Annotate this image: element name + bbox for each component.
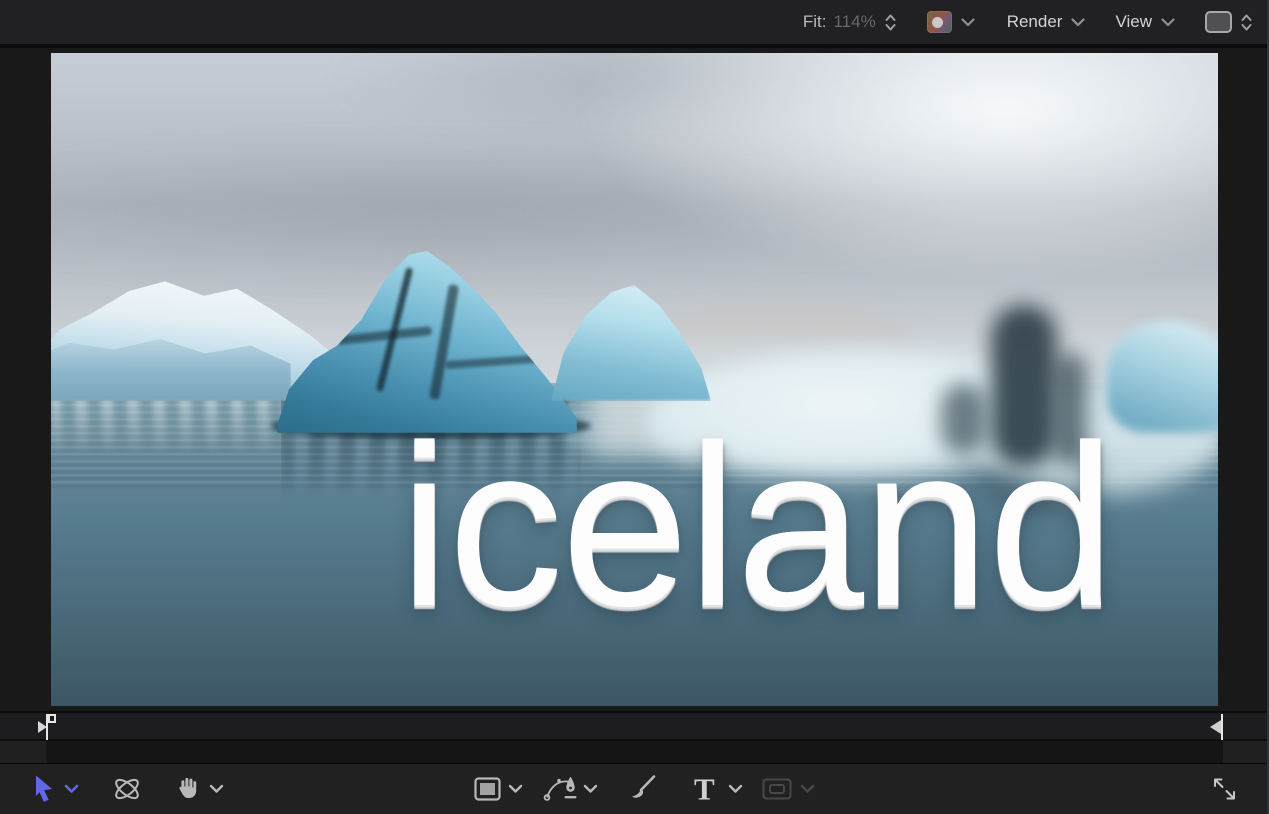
pan-tool-menu[interactable] xyxy=(209,784,224,794)
canvas-viewport[interactable]: iceland xyxy=(51,53,1218,706)
text-tool-menu[interactable] xyxy=(728,784,743,794)
out-marker-triangle xyxy=(1210,720,1221,734)
rectangle-mask-icon xyxy=(474,777,501,801)
chevron-down-icon xyxy=(508,784,523,794)
zoom-level-value: 114% xyxy=(833,12,875,32)
chevron-down-icon xyxy=(583,784,598,794)
zoom-stepper-icon[interactable] xyxy=(884,13,897,32)
view-menu[interactable]: View xyxy=(1115,12,1175,32)
zoom-fit-label: Fit: xyxy=(803,12,827,32)
render-menu[interactable]: Render xyxy=(1007,12,1086,32)
chevron-down-icon xyxy=(1161,18,1175,27)
timeline-scrollbar[interactable] xyxy=(0,741,1269,763)
chevron-down-icon xyxy=(209,784,224,794)
scrollbar-left-cap[interactable] xyxy=(0,741,46,763)
color-swatch-icon xyxy=(927,11,952,33)
transform-3d-tool-button[interactable] xyxy=(110,774,144,804)
select-tool-button[interactable] xyxy=(32,775,56,804)
out-marker-stem xyxy=(1221,714,1223,740)
expand-fullscreen-icon xyxy=(1212,777,1237,802)
hand-pan-icon xyxy=(174,776,199,803)
bezier-pen-tool-menu[interactable] xyxy=(583,784,598,794)
rectangle-mask-tool-button[interactable] xyxy=(474,777,501,801)
expand-canvas-button[interactable] xyxy=(1212,777,1237,802)
scene-ice-streak xyxy=(429,284,459,400)
shape-tool-menu-disabled xyxy=(800,784,815,794)
zoom-level-control[interactable]: Fit: 114% xyxy=(803,12,897,32)
window-stepper-icon xyxy=(1240,13,1253,32)
color-channel-menu[interactable] xyxy=(927,11,975,33)
rectangle-mask-tool-menu[interactable] xyxy=(508,784,523,794)
text-tool-button[interactable]: T xyxy=(694,774,715,805)
paint-stroke-tool-button[interactable] xyxy=(626,774,657,805)
chevron-down-icon xyxy=(64,784,79,794)
canvas-top-toolbar: Fit: 114% Render View xyxy=(0,0,1269,48)
window-display-control[interactable] xyxy=(1205,11,1253,33)
shape-tool-icon xyxy=(762,778,792,800)
canvas-title-text[interactable]: iceland xyxy=(399,411,1114,641)
bezier-pen-tool-button[interactable] xyxy=(542,775,578,804)
chevron-down-icon xyxy=(961,18,975,27)
bezier-pen-icon xyxy=(542,775,578,804)
play-range-out-marker[interactable] xyxy=(1209,714,1225,740)
chevron-down-icon xyxy=(1071,18,1085,27)
orbit-3d-transform-icon xyxy=(110,774,144,804)
in-marker-flag xyxy=(48,714,56,723)
select-tool-menu[interactable] xyxy=(64,784,79,794)
shape-tool-button-disabled xyxy=(762,778,792,800)
chevron-down-icon xyxy=(800,784,815,794)
scene-iceberg-right xyxy=(1107,321,1218,433)
render-menu-label: Render xyxy=(1007,12,1063,32)
pan-tool-button[interactable] xyxy=(174,776,199,803)
window-display-icon xyxy=(1205,11,1232,33)
play-range-in-marker[interactable] xyxy=(38,714,54,740)
mini-timeline[interactable] xyxy=(0,711,1269,741)
select-arrow-icon xyxy=(32,775,56,804)
canvas-tool-palette: T xyxy=(0,763,1269,814)
paintbrush-icon xyxy=(626,774,657,805)
scene-cloud xyxy=(571,53,1218,283)
text-tool-icon: T xyxy=(694,774,715,805)
motion-canvas-window: Fit: 114% Render View xyxy=(0,0,1269,814)
chevron-down-icon xyxy=(728,784,743,794)
view-menu-label: View xyxy=(1115,12,1152,32)
scrollbar-right-cap[interactable] xyxy=(1223,741,1269,763)
